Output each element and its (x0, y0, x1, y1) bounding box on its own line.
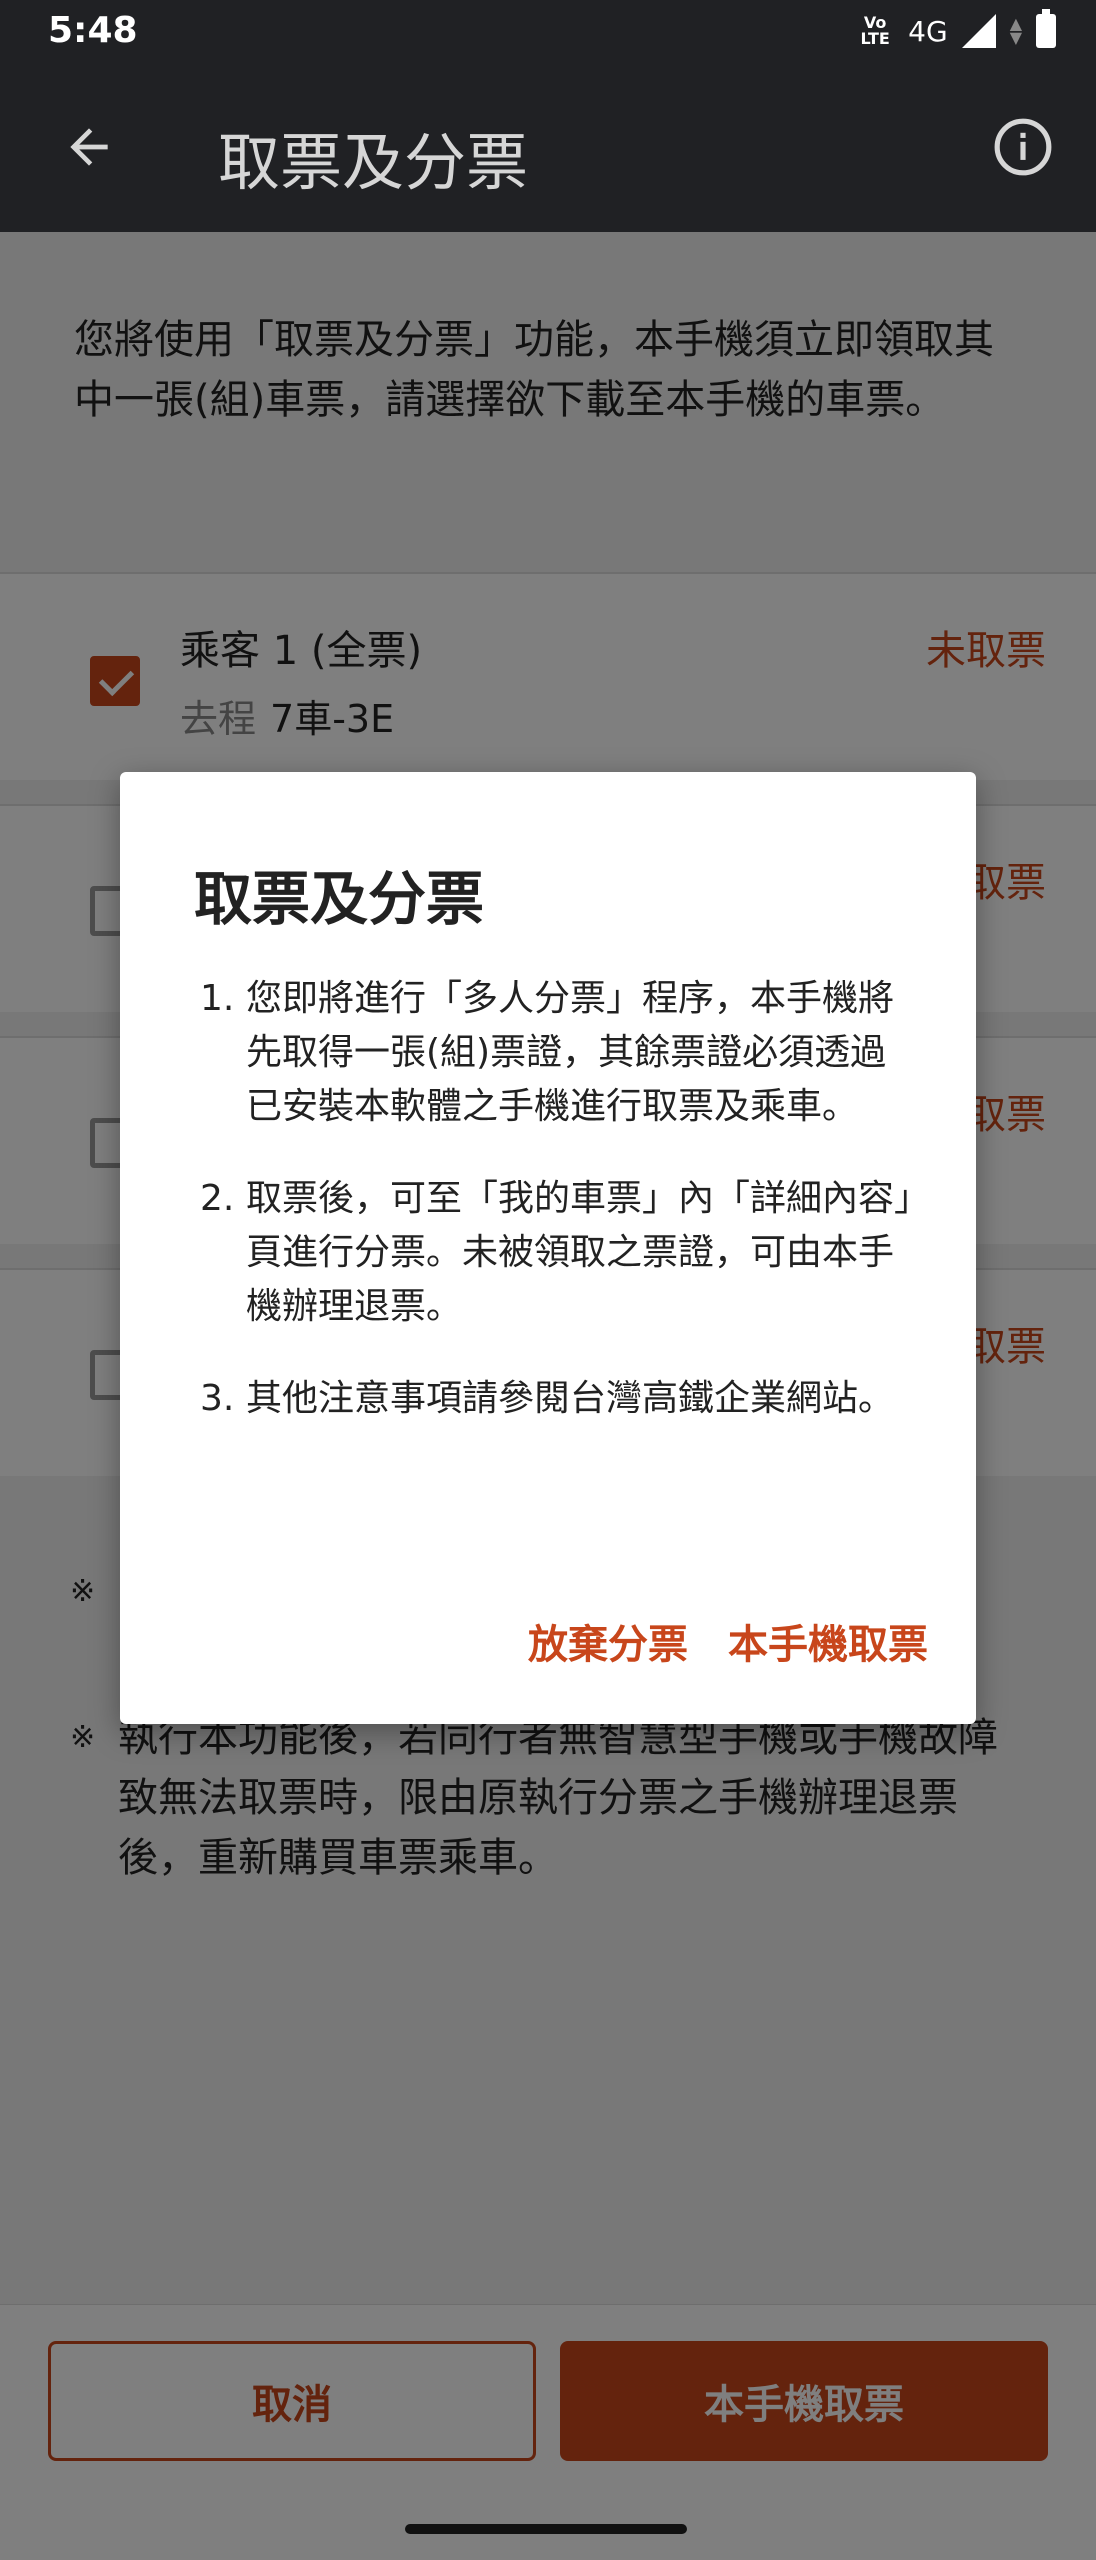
app-bar: 取票及分票 (0, 62, 1096, 232)
dialog-title: 取票及分票 (194, 865, 485, 933)
abandon-split-button[interactable]: 放棄分票 (528, 1602, 688, 1680)
dialog-list-item: 3. 其他注意事項請參閱台灣高鐵企業網站。 (200, 1378, 895, 1419)
dialog-list-item: 2. 取票後，可至「我的車票」內「詳細內容」頁進行分票。未被領取之票證，可由本手… (200, 1178, 913, 1327)
status-icons: Vo LTE 4G ▲ ▼ (856, 8, 1056, 54)
volte-icon: Vo LTE (860, 13, 890, 48)
info-button[interactable] (988, 112, 1058, 182)
info-circle-icon (994, 118, 1052, 176)
battery-icon (1036, 9, 1056, 48)
dialog-list-item: 1. 您即將進行「多人分票」程序，本手機將先取得一張(組)票證，其餘票證必須透過… (200, 978, 895, 1127)
network-type: 4G (908, 14, 948, 48)
back-button[interactable] (44, 102, 134, 192)
page-title: 取票及分票 (218, 126, 529, 199)
status-bar: 5:48 Vo LTE 4G ▲ ▼ (0, 0, 1096, 62)
dialog-claim-button[interactable]: 本手機取票 (728, 1602, 928, 1680)
arrow-left-icon (70, 128, 108, 166)
dialog-actions: 放棄分票 本手機取票 (528, 1602, 928, 1680)
dialog-instructions: 1. 您即將進行「多人分票」程序，本手機將先取得一張(組)票證，其餘票證必須透過… (200, 972, 920, 1464)
split-ticket-dialog: 取票及分票 1. 您即將進行「多人分票」程序，本手機將先取得一張(組)票證，其餘… (120, 772, 976, 1724)
status-time: 5:48 (48, 10, 138, 51)
data-arrows-icon: ▲ ▼ (1009, 14, 1022, 47)
signal-icon (961, 14, 996, 48)
